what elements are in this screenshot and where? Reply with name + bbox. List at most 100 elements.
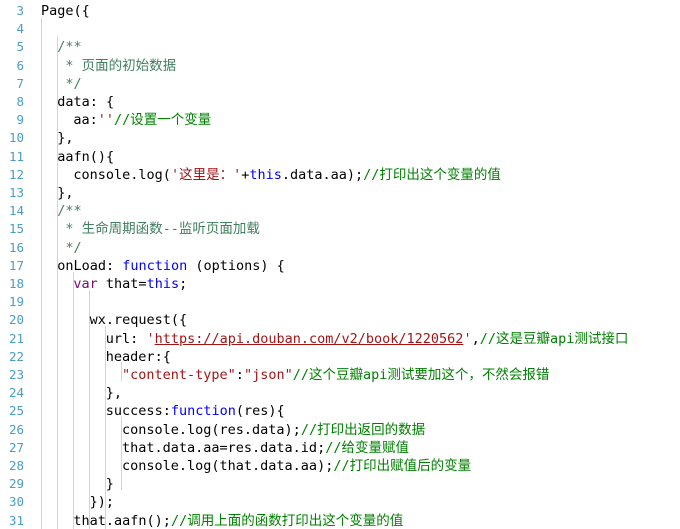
token-builtin: function <box>170 403 236 420</box>
code-line[interactable]: */ <box>57 75 81 93</box>
line-number: 9 <box>16 112 24 128</box>
line-number: 30 <box>8 494 24 510</box>
code-line[interactable]: var that=this; <box>73 275 187 293</box>
line-number-gutter: 3 4 5 6 7 8 9 10 11 12 13 14 15 16 17 18 19 20 21 22 23 24 25 2… <box>0 0 33 529</box>
code-line[interactable]: * 页面的初始数据 <box>57 57 176 75</box>
line-number: 10 <box>8 130 24 146</box>
line-number: 13 <box>8 185 24 200</box>
line-number: 27 <box>8 439 24 455</box>
token-plain: .data.aa); <box>281 166 364 183</box>
token-builtin: this <box>146 276 180 292</box>
token-builtin: this <box>249 166 282 183</box>
line-number: 7 <box>16 75 24 91</box>
token-doc: * 页面的初始数据 <box>57 57 177 74</box>
code-line[interactable]: Page({ <box>41 2 90 20</box>
line-number: 29 <box>8 476 24 492</box>
token-plain: aafn(){ <box>57 148 115 165</box>
line-number: 17 <box>8 257 24 273</box>
code-line[interactable]: }, <box>57 129 73 147</box>
token-comment: //打印出返回的数据 <box>300 421 426 438</box>
token-comment: //打印出这个变量的值 <box>363 166 501 183</box>
line-number: 16 <box>8 239 24 255</box>
token-plain: onLoad: <box>57 257 123 274</box>
line-number: 18 <box>8 276 24 291</box>
code-line[interactable]: aa:''//设置一个变量 <box>73 111 211 129</box>
line-number: 31 <box>8 512 24 528</box>
code-line[interactable]: }, <box>57 184 73 202</box>
token-plain: }); <box>89 494 114 511</box>
url-link[interactable]: https://api.douban.com/v2/book/1220562 <box>155 331 464 347</box>
code-line[interactable]: console.log(that.data.aa);//打印出赋值后的变量 <box>122 457 471 475</box>
code-line[interactable]: "content-type":"json"//这个豆瓣api测试要加这个，不然会… <box>122 366 549 384</box>
token-plain: url: <box>105 330 147 347</box>
code-line[interactable]: wx.request({ <box>90 311 188 329</box>
code-line[interactable]: * 生命周期函数--监听页面加载 <box>57 220 260 238</box>
line-number: 4 <box>16 21 24 37</box>
line-number: 5 <box>16 39 24 55</box>
code-line[interactable]: } <box>106 475 114 493</box>
token-string: ' <box>146 330 155 347</box>
code-line[interactable]: data: { <box>57 93 114 111</box>
token-plain: }, <box>57 185 74 201</box>
code-line[interactable]: console.log('这里是：'+this.data.aa);//打印出这个… <box>73 166 501 184</box>
line-number: 26 <box>8 421 24 437</box>
line-number: 14 <box>8 203 24 219</box>
token-comment: //这个豆瓣api测试要加这个，不然会报错 <box>292 367 550 383</box>
token-doc: * 生命周期函数--监听页面加载 <box>57 221 260 238</box>
code-editor[interactable]: 3 4 5 6 7 8 9 10 11 12 13 14 15 16 17 18 19 20 21 22 23 24 25 2… <box>0 0 680 529</box>
token-doc: /** <box>57 39 82 56</box>
gutter-separator <box>32 0 33 529</box>
token-string: "content-type" <box>122 367 236 383</box>
code-line[interactable]: url: 'https://api.douban.com/v2/book/122… <box>106 330 629 348</box>
token-string: '' <box>97 112 115 129</box>
line-number: 23 <box>8 367 24 382</box>
code-line[interactable]: console.log(res.data);//打印出返回的数据 <box>122 421 425 439</box>
line-number: 24 <box>8 385 24 401</box>
token-plain: console.log( <box>73 166 171 183</box>
code-line[interactable]: */ <box>57 239 81 257</box>
token-comment: //给变量赋值 <box>325 439 409 456</box>
code-content-area[interactable]: Page({/** * 页面的初始数据 */data: {aa:''//设置一个… <box>41 0 680 529</box>
token-plain: success: <box>105 403 171 420</box>
line-number: 12 <box>8 166 24 182</box>
line-number: 22 <box>8 348 24 364</box>
line-number: 8 <box>16 94 24 109</box>
token-plain: }, <box>57 130 74 147</box>
token-comment: //这是豆瓣api测试接口 <box>479 330 629 347</box>
token-plain: (options) { <box>187 257 285 274</box>
line-number: 19 <box>8 294 24 310</box>
code-line[interactable]: }, <box>106 384 122 402</box>
token-comment: //打印出赋值后的变量 <box>333 458 472 474</box>
token-plain: that.aafn(); <box>73 512 171 529</box>
token-builtin: function <box>122 257 188 274</box>
token-string: ' <box>463 330 472 347</box>
code-line[interactable]: aafn(){ <box>57 148 114 166</box>
line-number: 20 <box>8 312 24 328</box>
token-plain: ; <box>179 276 188 292</box>
code-line[interactable]: onLoad: function (options) { <box>57 257 285 275</box>
token-plain: : <box>235 367 244 383</box>
token-doc: */ <box>57 75 82 92</box>
code-line[interactable]: }); <box>90 493 114 511</box>
token-doc: /** <box>57 203 82 220</box>
line-number: 21 <box>8 330 24 346</box>
token-plain: } <box>105 476 114 493</box>
token-string: "json" <box>243 367 293 383</box>
token-plain: that= <box>97 276 147 292</box>
line-number: 6 <box>16 57 24 73</box>
code-line[interactable]: success:function(res){ <box>106 402 285 420</box>
code-line[interactable]: that.aafn();//调用上面的函数打印出这个变量的值 <box>73 512 403 529</box>
line-number: 15 <box>8 221 24 237</box>
token-plain: }, <box>105 385 123 402</box>
code-line[interactable]: /** <box>57 38 81 56</box>
line-number: 25 <box>8 403 24 419</box>
token-plain: console.log(that.data.aa); <box>122 458 334 474</box>
code-line[interactable]: /** <box>57 202 81 220</box>
token-string: '这里是：' <box>170 166 242 183</box>
line-number: 3 <box>16 3 24 18</box>
token-comment: //设置一个变量 <box>114 112 212 129</box>
code-line[interactable]: that.data.aa=res.data.id;//给变量赋值 <box>122 439 409 457</box>
code-line[interactable]: header:{ <box>106 348 171 366</box>
token-plain: aa: <box>73 112 98 129</box>
token-comment: //调用上面的函数打印出这个变量的值 <box>170 512 404 529</box>
